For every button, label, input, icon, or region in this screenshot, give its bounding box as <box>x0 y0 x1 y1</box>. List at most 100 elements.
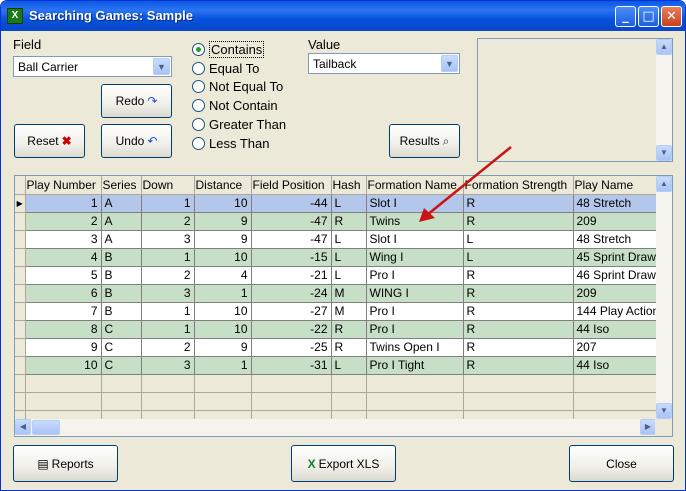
row-selector[interactable] <box>15 248 26 267</box>
column-header[interactable]: Formation Strength <box>463 176 574 195</box>
table-cell[interactable]: L <box>463 248 574 267</box>
table-cell[interactable]: Twins Open I <box>366 338 464 357</box>
scroll-left-icon[interactable]: ◀ <box>15 419 31 435</box>
table-cell[interactable]: 3 <box>25 230 102 249</box>
results-grid[interactable]: Play Number Series Down Distance Field P… <box>14 175 673 437</box>
table-cell[interactable]: 10 <box>194 320 252 339</box>
table-cell[interactable]: 1 <box>141 302 195 321</box>
chevron-down-icon[interactable]: ▼ <box>153 58 170 75</box>
table-cell[interactable]: 209 <box>573 284 664 303</box>
table-cell[interactable]: 10 <box>194 194 252 213</box>
table-cell[interactable]: C <box>101 320 142 339</box>
table-cell[interactable]: -47 <box>251 230 332 249</box>
row-selector[interactable] <box>15 320 26 339</box>
table-cell[interactable]: A <box>101 194 142 213</box>
table-row[interactable]: 8 C 1 10 -22 R Pro I R 44 Iso <box>15 320 664 339</box>
table-cell[interactable]: 45 Sprint Draw <box>573 248 664 267</box>
table-cell[interactable]: -24 <box>251 284 332 303</box>
table-row[interactable]: 6 B 3 1 -24 M WING I R 209 <box>15 284 664 303</box>
table-cell[interactable]: C <box>101 338 142 357</box>
textbox-scrollbar[interactable]: ▲ ▼ <box>656 39 672 161</box>
column-header[interactable]: Play Name <box>573 176 664 195</box>
table-cell[interactable]: C <box>101 356 142 375</box>
radio-not-equal-to[interactable]: Not Equal To <box>192 77 283 95</box>
row-selector[interactable] <box>15 212 26 231</box>
table-cell[interactable]: 9 <box>194 338 252 357</box>
table-cell[interactable]: -22 <box>251 320 332 339</box>
table-row[interactable]: 4 B 1 10 -15 L Wing I L 45 Sprint Draw <box>15 248 664 267</box>
table-cell[interactable]: M <box>331 302 367 321</box>
table-cell[interactable]: 48 Stretch <box>573 230 664 249</box>
table-cell[interactable]: 3 <box>141 284 195 303</box>
row-selector[interactable] <box>15 266 26 285</box>
horizontal-scrollbar[interactable]: ◀ ▶ <box>15 419 656 436</box>
table-cell[interactable]: Pro I <box>366 320 464 339</box>
table-cell[interactable]: B <box>101 266 142 285</box>
redo-button[interactable]: Redo ↷ <box>101 84 172 118</box>
table-cell[interactable]: 1 <box>141 194 195 213</box>
table-cell[interactable]: -25 <box>251 338 332 357</box>
table-cell[interactable]: 2 <box>25 212 102 231</box>
table-cell[interactable]: B <box>101 248 142 267</box>
radio-button[interactable] <box>192 61 205 75</box>
table-cell[interactable]: M <box>331 284 367 303</box>
table-cell[interactable]: R <box>463 212 574 231</box>
table-cell[interactable]: L <box>331 356 367 375</box>
table-cell[interactable]: B <box>101 284 142 303</box>
table-cell[interactable]: 46 Sprint Draw <box>573 266 664 285</box>
scroll-down-icon[interactable]: ▼ <box>656 145 672 161</box>
table-cell[interactable]: L <box>331 248 367 267</box>
undo-button[interactable]: Undo ↶ <box>101 124 172 158</box>
column-header[interactable]: Down <box>141 176 195 195</box>
radio-less-than[interactable]: Less Than <box>192 134 269 152</box>
table-cell[interactable]: 1 <box>141 248 195 267</box>
table-cell[interactable]: -15 <box>251 248 332 267</box>
table-cell[interactable]: Slot I <box>366 194 464 213</box>
table-cell[interactable]: 209 <box>573 212 664 231</box>
table-cell[interactable]: R <box>463 338 574 357</box>
table-cell[interactable]: 144 Play Action <box>573 302 664 321</box>
radio-button[interactable] <box>192 117 205 131</box>
table-cell[interactable]: WING I <box>366 284 464 303</box>
table-cell[interactable]: 2 <box>141 266 195 285</box>
table-cell[interactable]: 9 <box>194 212 252 231</box>
table-cell[interactable]: 9 <box>194 230 252 249</box>
grid-vertical-scrollbar[interactable]: ▲ ▼ <box>656 176 672 419</box>
table-cell[interactable]: L <box>463 230 574 249</box>
close-window-button[interactable]: ✕ <box>661 6 682 27</box>
table-cell[interactable]: 4 <box>25 248 102 267</box>
radio-button[interactable] <box>192 136 205 150</box>
scroll-up-icon[interactable]: ▲ <box>656 39 672 55</box>
column-header[interactable]: Formation Name <box>366 176 464 195</box>
table-cell[interactable]: -31 <box>251 356 332 375</box>
table-cell[interactable]: R <box>463 302 574 321</box>
value-select[interactable]: Tailback ▼ <box>308 53 460 74</box>
table-row[interactable]: ▶ 1 A 1 10 -44 L Slot I R 48 Stretch <box>15 194 664 213</box>
table-cell[interactable]: Wing I <box>366 248 464 267</box>
table-cell[interactable]: 8 <box>25 320 102 339</box>
radio-button[interactable] <box>192 42 205 56</box>
table-cell[interactable]: Pro I <box>366 266 464 285</box>
table-cell[interactable]: R <box>463 284 574 303</box>
table-row[interactable]: 2 A 2 9 -47 R Twins R 209 <box>15 212 664 231</box>
scroll-right-icon[interactable]: ▶ <box>640 419 656 435</box>
column-header[interactable]: Play Number <box>25 176 102 195</box>
radio-greater-than[interactable]: Greater Than <box>192 115 286 133</box>
table-cell[interactable]: R <box>463 356 574 375</box>
radio-contains[interactable]: Contains <box>192 40 265 58</box>
row-selector[interactable] <box>15 284 26 303</box>
table-cell[interactable]: R <box>463 194 574 213</box>
row-selector[interactable] <box>15 302 26 321</box>
table-cell[interactable]: -44 <box>251 194 332 213</box>
table-cell[interactable]: Twins <box>366 212 464 231</box>
column-header[interactable]: Distance <box>194 176 252 195</box>
column-header[interactable]: Field Position <box>251 176 332 195</box>
table-cell[interactable]: 2 <box>141 338 195 357</box>
table-cell[interactable]: R <box>331 338 367 357</box>
table-cell[interactable]: 9 <box>25 338 102 357</box>
maximize-button[interactable]: □ <box>638 6 659 27</box>
title-bar[interactable]: X Searching Games: Sample _ □ ✕ <box>1 1 685 31</box>
table-row[interactable]: 5 B 2 4 -21 L Pro I R 46 Sprint Draw <box>15 266 664 285</box>
table-cell[interactable]: 10 <box>194 248 252 267</box>
table-cell[interactable]: Slot I <box>366 230 464 249</box>
